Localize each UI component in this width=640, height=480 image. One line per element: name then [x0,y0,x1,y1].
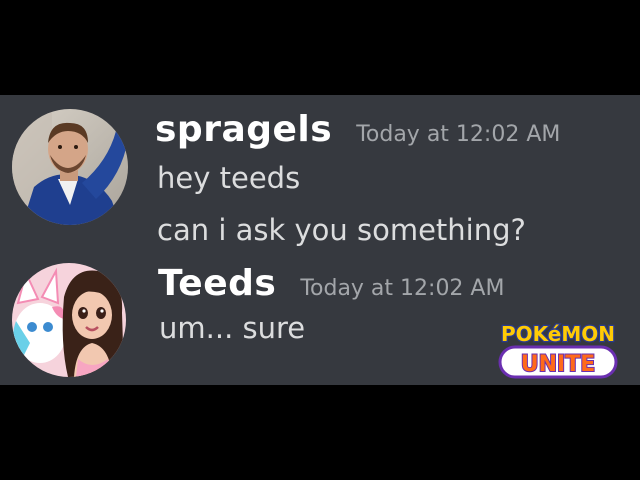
username[interactable]: spragels [155,109,332,150]
message-text: hey teeds [157,161,301,195]
message-text: can i ask you something? [157,213,526,247]
timestamp: Today at 12:02 AM [300,276,505,301]
timestamp: Today at 12:02 AM [356,122,561,147]
video-frame: spragels Today at 12:02 AM hey teeds can … [0,0,640,480]
logo-bottom-text: UNITE [521,352,596,377]
chat-area: spragels Today at 12:02 AM hey teeds can … [0,95,640,385]
author-line: spragels Today at 12:02 AM [155,109,560,150]
avatar-teeds-image [12,263,126,377]
avatar-spragels[interactable] [12,109,128,225]
pokemon-unite-logo-image: POKéMON UNITE [498,321,618,379]
logo-top-text: POKéMON [501,322,615,346]
pokemon-unite-logo: POKéMON UNITE [496,317,620,381]
avatar-teeds[interactable] [12,263,126,377]
avatar-spragels-image [12,109,128,225]
username[interactable]: Teeds [158,263,276,304]
author-line: Teeds Today at 12:02 AM [158,263,504,304]
message-text: um... sure [159,311,306,345]
